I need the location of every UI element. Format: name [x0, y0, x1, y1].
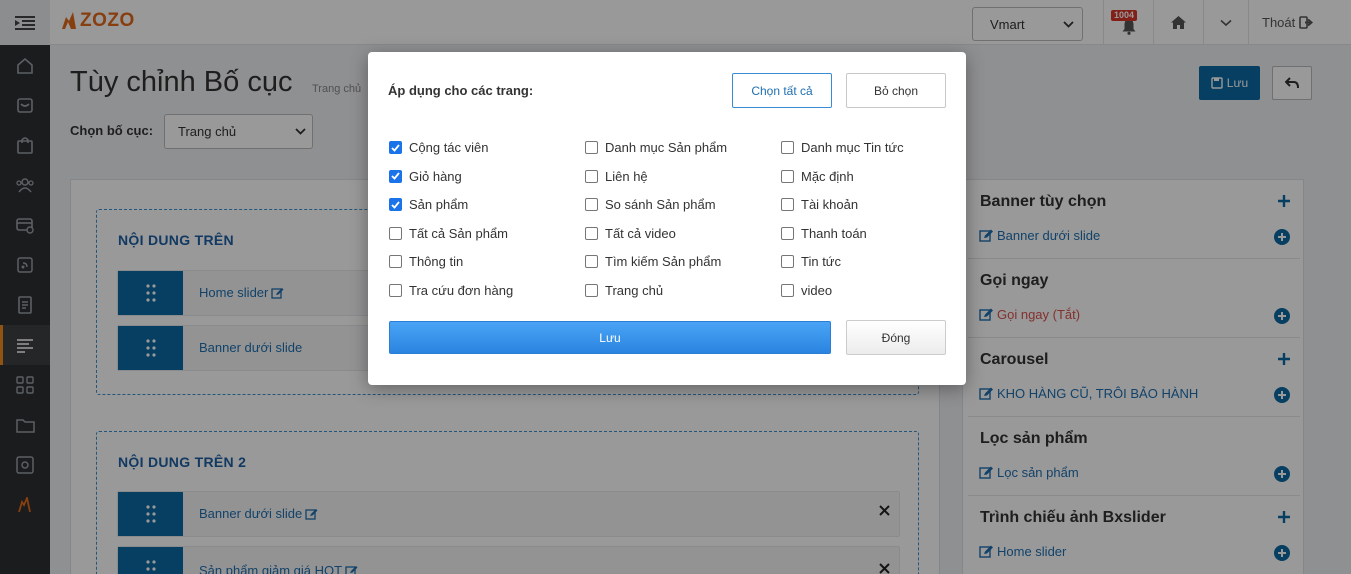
modal-title: Áp dụng cho các trang:	[388, 83, 534, 98]
page-checkbox[interactable]: Giỏ hàng	[389, 169, 462, 184]
page-checkbox[interactable]: Tra cứu đơn hàng	[389, 283, 513, 298]
checkbox-unchecked[interactable]	[389, 255, 402, 269]
page-checkbox[interactable]: Tin tức	[781, 254, 841, 269]
page-checkbox[interactable]: Tìm kiếm Sản phẩm	[585, 254, 721, 269]
page-checkbox-label: Tra cứu đơn hàng	[409, 283, 514, 298]
page-checkbox[interactable]: Danh mục Tin tức	[781, 140, 904, 155]
checkbox-unchecked[interactable]	[585, 141, 598, 154]
page-checkbox-label: So sánh Sản phẩm	[605, 197, 716, 213]
checkbox-unchecked[interactable]	[781, 169, 794, 183]
page-checkbox[interactable]: Danh mục Sản phẩm	[585, 140, 727, 155]
checkbox-unchecked[interactable]	[781, 198, 794, 212]
check-icon	[391, 201, 400, 209]
checkbox-checked[interactable]	[389, 141, 402, 154]
page-checkbox-label: Danh mục Tin tức	[801, 140, 904, 155]
check-icon	[391, 143, 400, 152]
checkbox-checked[interactable]	[389, 169, 402, 183]
deselect-all-button[interactable]: Bỏ chọn	[846, 73, 946, 108]
page-checkbox[interactable]: Cộng tác viên	[389, 140, 489, 155]
page-checkbox[interactable]: Thông tin	[389, 254, 463, 269]
checkbox-unchecked[interactable]	[585, 226, 598, 240]
checkbox-unchecked[interactable]	[585, 198, 598, 212]
page-checkbox[interactable]: video	[781, 283, 832, 298]
page-checkbox[interactable]: So sánh Sản phẩm	[585, 197, 716, 212]
checkbox-unchecked[interactable]	[585, 284, 598, 297]
page-checkbox-label: Tìm kiếm Sản phẩm	[605, 254, 722, 270]
page-checkbox-label: Liên hệ	[605, 168, 648, 184]
page-checkbox[interactable]: Mặc định	[781, 169, 854, 184]
apply-pages-modal: Áp dụng cho các trang: Chọn tất cả Bỏ ch…	[368, 52, 966, 385]
checkbox-unchecked[interactable]	[781, 284, 794, 297]
page-checkbox-label: Tất cả Sản phẩm	[409, 225, 508, 241]
page-checkbox-label: Danh mục Sản phẩm	[605, 140, 728, 155]
page-checkbox-label: Tin tức	[801, 254, 842, 270]
modal-close-button[interactable]: Đóng	[846, 320, 946, 355]
check-icon	[391, 172, 400, 180]
checkbox-unchecked[interactable]	[389, 284, 402, 297]
checkbox-unchecked[interactable]	[585, 255, 598, 269]
checkbox-unchecked[interactable]	[781, 226, 794, 240]
page-checkbox-label: Sản phẩm	[409, 197, 469, 213]
checkbox-unchecked[interactable]	[781, 255, 794, 269]
page-checkbox[interactable]: Thanh toán	[781, 226, 867, 241]
checkbox-unchecked[interactable]	[389, 226, 402, 240]
page-checkbox-label: Tài khoản	[801, 197, 859, 213]
page-checkbox-label: Giỏ hàng	[409, 168, 462, 184]
page-checkbox-label: Mặc định	[801, 168, 854, 184]
page-checkbox[interactable]: Tất cả Sản phẩm	[389, 226, 508, 241]
page-checkbox-label: video	[801, 283, 833, 298]
checkbox-checked[interactable]	[389, 198, 402, 212]
page-checkbox-label: Thông tin	[409, 254, 464, 270]
page-checkbox[interactable]: Liên hệ	[585, 169, 648, 184]
page-checkbox[interactable]: Tất cả video	[585, 226, 676, 241]
checkbox-unchecked[interactable]	[585, 169, 598, 183]
page-checkbox-label: Trang chủ	[605, 283, 664, 298]
select-all-button[interactable]: Chọn tất cả	[732, 73, 832, 108]
page-checkbox[interactable]: Sản phẩm	[389, 197, 468, 212]
modal-save-button[interactable]: Lưu	[389, 321, 831, 354]
page-checkbox-label: Thanh toán	[801, 225, 867, 241]
page-checkbox[interactable]: Tài khoản	[781, 197, 858, 212]
page-checkbox-label: Cộng tác viên	[409, 140, 489, 155]
checkbox-unchecked[interactable]	[781, 141, 794, 154]
page-checkbox-label: Tất cả video	[605, 225, 676, 241]
page-checkbox[interactable]: Trang chủ	[585, 283, 663, 298]
